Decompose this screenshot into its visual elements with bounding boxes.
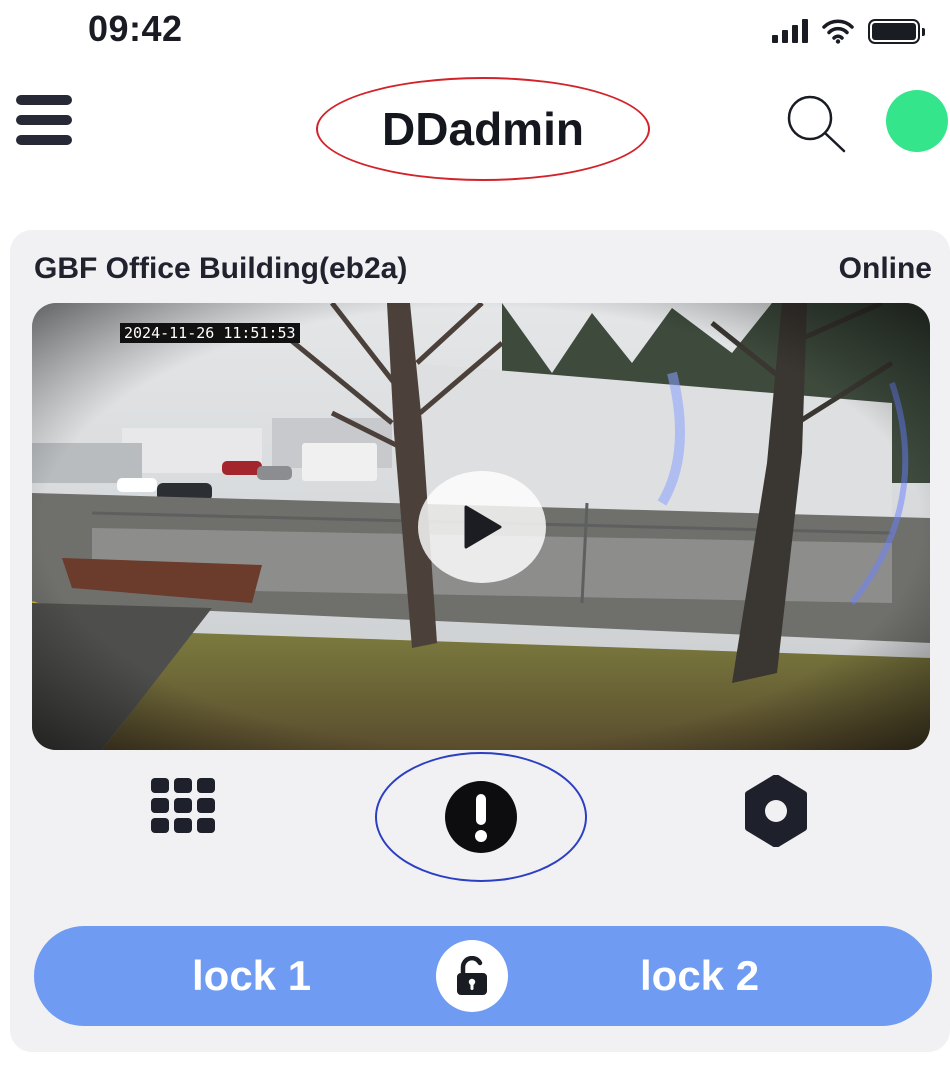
lock-control-bar: lock 1 lock 2 [34,926,932,1026]
alert-button[interactable] [375,752,587,882]
device-status: Online [838,252,932,285]
device-name: GBF Office Building(eb2a) [34,252,408,285]
status-time: 09:42 [88,8,183,49]
app-title: DDadmin [316,77,650,181]
wifi-icon [822,19,854,44]
battery-icon [868,18,925,44]
lock-2-button[interactable]: lock 2 [640,952,759,1000]
play-button[interactable] [418,471,546,583]
lock-1-button[interactable]: lock 1 [192,952,311,1000]
video-timestamp: 2024-11-26 11:51:53 [120,323,300,343]
play-icon [464,505,502,549]
unlock-button[interactable] [436,940,508,1012]
gear-icon[interactable] [740,775,812,847]
status-icons [772,18,925,44]
grid-icon[interactable] [148,775,218,837]
hamburger-menu-icon[interactable] [16,95,72,145]
video-preview[interactable]: 2024-11-26 11:51:53 [32,303,930,750]
signal-icon [772,19,808,43]
device-card: GBF Office Building(eb2a) Online 2024-11… [10,230,950,1052]
search-icon[interactable] [780,92,850,154]
unlock-icon [457,956,487,995]
alert-icon [445,781,517,853]
online-status-dot [886,90,948,152]
